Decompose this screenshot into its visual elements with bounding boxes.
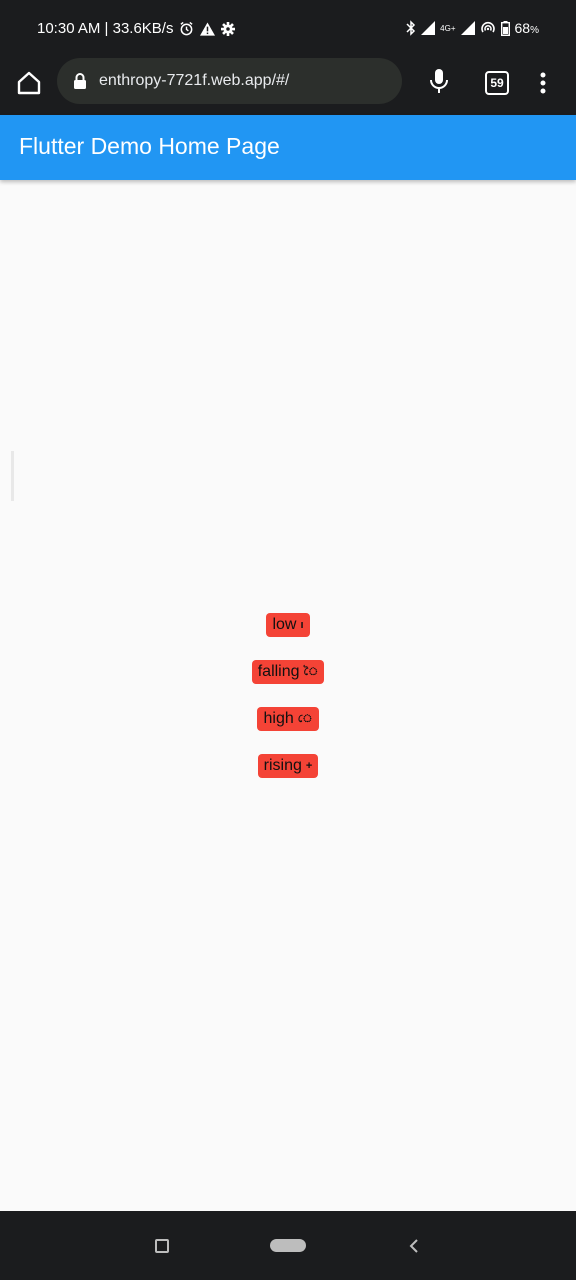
app-bar: Flutter Demo Home Page <box>0 115 576 180</box>
status-left: 10:30 AM | 33.6KB/s <box>37 20 236 37</box>
chip-glyph: ৈ <box>303 666 319 678</box>
status-bar: 10:30 AM | 33.6KB/s 4G+ 68% <box>0 0 576 58</box>
signal-icon <box>421 21 436 35</box>
home-icon[interactable] <box>14 68 44 98</box>
battery-icon <box>500 20 510 36</box>
scroll-indicator <box>11 451 14 501</box>
more-vert-icon[interactable] <box>534 68 552 98</box>
chip-falling[interactable]: falling ৈ <box>251 660 325 684</box>
chip-glyph: ı <box>300 619 304 631</box>
chip-row-rising: rising + <box>0 754 576 778</box>
recents-button[interactable] <box>155 1239 169 1253</box>
chip-high[interactable]: high ে <box>257 707 319 731</box>
chip-low[interactable]: low ı <box>266 613 310 637</box>
gear-icon <box>221 21 236 36</box>
page-title: Flutter Demo Home Page <box>19 133 280 159</box>
tabs-button[interactable]: 59 <box>485 71 509 95</box>
network-label: 4G+ <box>440 23 456 33</box>
signal-icon-2 <box>460 21 475 35</box>
status-time-speed: 10:30 AM | 33.6KB/s <box>37 20 174 37</box>
alarm-icon <box>180 21 194 36</box>
chip-glyph: ে <box>297 713 313 725</box>
chip-row-falling: falling ৈ <box>0 660 576 684</box>
chip-label: rising <box>263 757 302 774</box>
chip-row-high: high ে <box>0 707 576 731</box>
status-right: 4G+ 68% <box>406 20 539 36</box>
lock-icon[interactable] <box>73 72 87 90</box>
address-bar[interactable]: enthropy-7721f.web.app/#/ <box>57 58 402 104</box>
back-chevron-icon[interactable] <box>407 1236 421 1256</box>
tab-count: 59 <box>490 76 504 90</box>
url-text[interactable]: enthropy-7721f.web.app/#/ <box>99 72 289 90</box>
hotspot-icon <box>480 21 495 33</box>
browser-toolbar: enthropy-7721f.web.app/#/ 59 <box>0 58 576 115</box>
home-gesture-pill[interactable] <box>270 1239 306 1252</box>
chip-glyph: + <box>305 760 313 772</box>
system-nav-bar <box>0 1211 576 1280</box>
chip-label: high <box>263 710 294 727</box>
warning-icon <box>200 21 216 36</box>
chip-label: falling <box>257 663 300 680</box>
chip-row-low: low ı <box>0 613 576 637</box>
chip-label: low <box>272 616 297 633</box>
battery-level: 68% <box>514 20 539 36</box>
mic-icon[interactable] <box>426 66 452 96</box>
chip-rising[interactable]: rising + <box>257 754 319 778</box>
bluetooth-icon <box>406 20 416 36</box>
